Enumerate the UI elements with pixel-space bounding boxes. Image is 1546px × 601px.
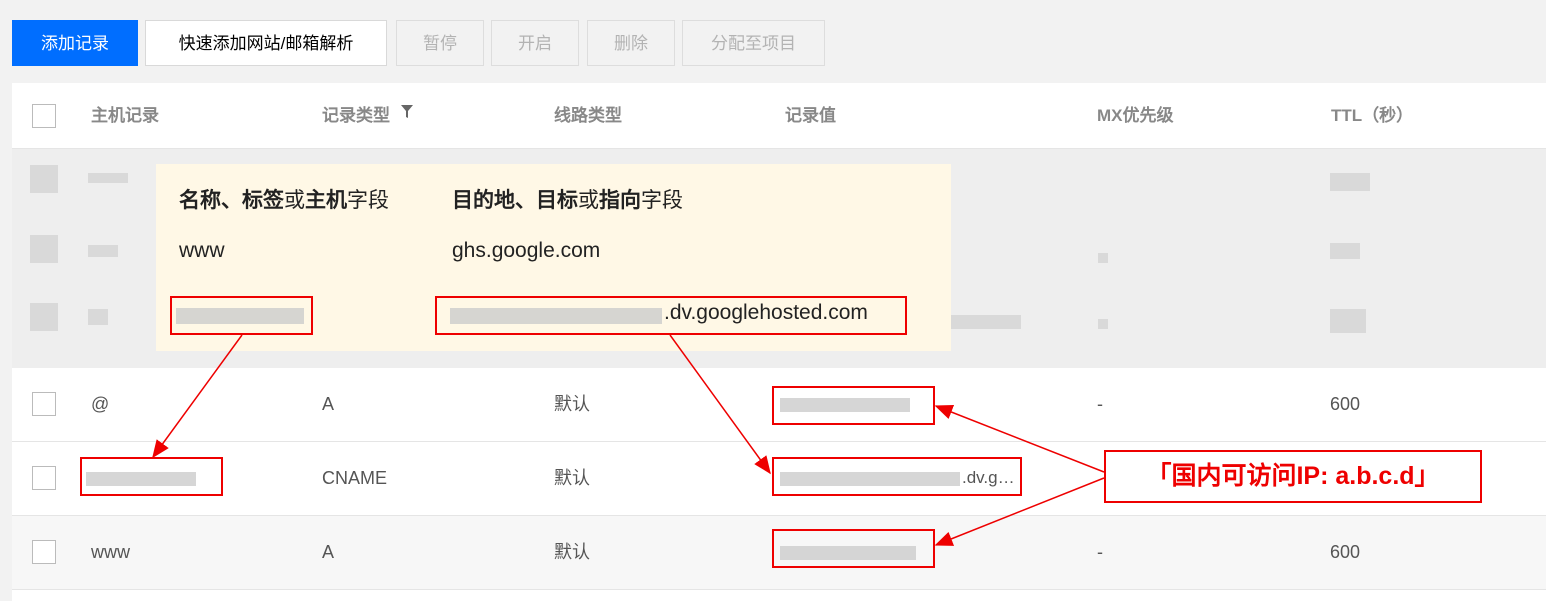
- arrow-note-to-www: [934, 477, 1105, 546]
- arrow-name-to-host: [152, 334, 243, 459]
- annotation-arrows: [152, 334, 1105, 546]
- arrow-note-to-a: [934, 405, 1105, 473]
- arrow-dest-to-value: [669, 334, 771, 475]
